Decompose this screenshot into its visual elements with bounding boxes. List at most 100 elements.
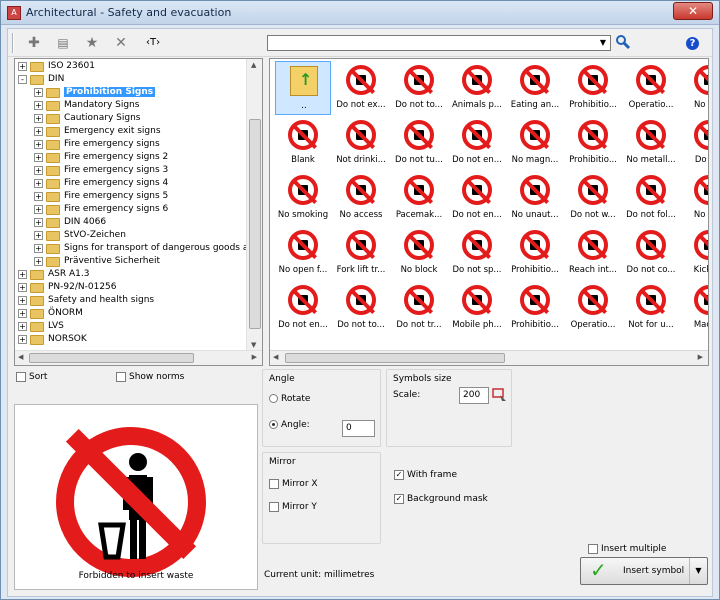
symbol-item[interactable]: Prohibitio... bbox=[507, 281, 563, 335]
symbol-item[interactable]: Do not co... bbox=[623, 226, 679, 280]
symbol-item[interactable]: No block bbox=[391, 226, 447, 280]
symbol-item[interactable]: No open f... bbox=[275, 226, 331, 280]
tree-item-fire-emergency-signs[interactable]: + Fire emergency signs bbox=[34, 138, 160, 151]
symbol-item[interactable]: Do not to... bbox=[391, 61, 447, 115]
document-icon[interactable]: ▤ bbox=[52, 33, 74, 53]
symbol-item[interactable]: No smoking bbox=[275, 171, 331, 225]
angle-radio[interactable] bbox=[269, 420, 278, 429]
expand-icon[interactable]: + bbox=[18, 309, 27, 318]
symbol-item[interactable]: Prohibitio... bbox=[565, 116, 621, 170]
symbol-item[interactable]: Machin bbox=[681, 281, 708, 335]
tree-item-pn-92-n-01256[interactable]: + PN-92/N-01256 bbox=[18, 281, 117, 294]
sort-checkbox-row[interactable]: Sort bbox=[16, 371, 47, 383]
expand-icon[interactable]: + bbox=[34, 231, 43, 240]
tree-item-asr-a13[interactable]: + ASR A1.3 bbox=[18, 268, 89, 281]
background-mask-row[interactable]: ✓ Background mask bbox=[394, 493, 488, 505]
symbol-item[interactable]: Do not w... bbox=[565, 171, 621, 225]
symbol-item[interactable]: Do not en... bbox=[449, 171, 505, 225]
scroll-right-icon[interactable]: ▶ bbox=[698, 353, 703, 361]
tree-item-norsok[interactable]: + NORSOK bbox=[18, 333, 87, 346]
tree-item-prohibition-signs[interactable]: + Prohibition Signs bbox=[34, 86, 156, 99]
symbol-grid[interactable]: ↑.. Do not ex... Do not to... Animals p... E… bbox=[269, 58, 709, 366]
tree-item-fire-emergency-signs-3[interactable]: + Fire emergency signs 3 bbox=[34, 164, 168, 177]
close-button[interactable]: ✕ bbox=[673, 2, 713, 20]
symbol-item[interactable]: Do not fol... bbox=[623, 171, 679, 225]
expand-icon[interactable]: + bbox=[18, 335, 27, 344]
expand-icon[interactable]: + bbox=[34, 257, 43, 266]
symbol-item[interactable]: Not for u... bbox=[623, 281, 679, 335]
tree-item-fire-emergency-signs-2[interactable]: + Fire emergency signs 2 bbox=[34, 151, 168, 164]
tree-item-iso-23601[interactable]: + ISO 23601 bbox=[18, 60, 95, 73]
symbol-item[interactable]: Do not ex... bbox=[333, 61, 389, 115]
scroll-left-icon[interactable]: ◀ bbox=[273, 353, 278, 361]
expand-icon[interactable]: + bbox=[34, 179, 43, 188]
expand-icon[interactable]: + bbox=[18, 322, 27, 331]
angle-input[interactable]: 0 bbox=[342, 420, 375, 437]
expand-icon[interactable]: + bbox=[34, 101, 43, 110]
collapse-icon[interactable]: - bbox=[18, 75, 27, 84]
search-icon[interactable] bbox=[615, 34, 631, 50]
mirror-x-row[interactable]: Mirror X bbox=[269, 478, 318, 490]
tree-horizontal-scrollbar[interactable]: ◀ ▶ bbox=[15, 350, 262, 365]
symbol-item[interactable]: Animals p... bbox=[449, 61, 505, 115]
tree-item-stvo-zeichen[interactable]: + StVO-Zeichen bbox=[34, 229, 126, 242]
expand-icon[interactable]: + bbox=[34, 153, 43, 162]
parent-folder-item[interactable]: ↑.. bbox=[275, 61, 331, 115]
scroll-left-icon[interactable]: ◀ bbox=[18, 353, 23, 361]
tree-item-dangerous-goods[interactable]: + Signs for transport of dangerous goods … bbox=[34, 242, 262, 255]
chevron-down-icon[interactable]: ▼ bbox=[596, 36, 610, 50]
symbol-item[interactable]: No metall... bbox=[623, 116, 679, 170]
insert-multiple-checkbox[interactable] bbox=[588, 543, 598, 554]
tree-item-emergency-exit-signs[interactable]: + Emergency exit signs bbox=[34, 125, 161, 138]
expand-icon[interactable]: + bbox=[34, 244, 43, 253]
delete-icon[interactable]: ✕ bbox=[110, 33, 132, 53]
expand-icon[interactable]: + bbox=[34, 140, 43, 149]
symbol-item[interactable]: Eating an... bbox=[507, 61, 563, 115]
symbol-item[interactable]: No pho bbox=[681, 171, 708, 225]
symbol-item[interactable]: No nee bbox=[681, 61, 708, 115]
tree-item-praeventive-sicherheit[interactable]: + Präventive Sicherheit bbox=[34, 255, 160, 268]
symbol-item[interactable]: Not drinki... bbox=[333, 116, 389, 170]
insert-multiple-row[interactable]: Insert multiple bbox=[588, 543, 666, 555]
symbol-item[interactable]: No unaut... bbox=[507, 171, 563, 225]
help-icon[interactable]: ? bbox=[686, 37, 699, 50]
scroll-up-icon[interactable]: ▲ bbox=[251, 61, 256, 69]
expand-icon[interactable]: + bbox=[34, 205, 43, 214]
tree-item-fire-emergency-signs-6[interactable]: + Fire emergency signs 6 bbox=[34, 203, 168, 216]
expand-icon[interactable]: + bbox=[34, 114, 43, 123]
symbol-item[interactable]: No magn... bbox=[507, 116, 563, 170]
rotate-radio[interactable] bbox=[269, 394, 278, 403]
mirror-y-checkbox[interactable] bbox=[269, 501, 279, 512]
with-frame-row[interactable]: ✓ With frame bbox=[394, 469, 457, 481]
expand-icon[interactable]: + bbox=[18, 270, 27, 279]
text-tool-icon[interactable]: ‹T› bbox=[146, 37, 160, 48]
scroll-thumb[interactable] bbox=[285, 353, 505, 363]
symbol-item[interactable]: No access bbox=[333, 171, 389, 225]
expand-icon[interactable]: + bbox=[34, 88, 43, 97]
expand-icon[interactable]: + bbox=[34, 166, 43, 175]
show-norms-row[interactable]: Show norms bbox=[116, 371, 184, 383]
insert-menu-arrow-icon[interactable]: ▼ bbox=[689, 558, 707, 584]
symbol-item[interactable]: Do not en... bbox=[449, 116, 505, 170]
symbol-item[interactable]: Operatio... bbox=[623, 61, 679, 115]
expand-icon[interactable]: + bbox=[34, 192, 43, 201]
scale-input[interactable]: 200 bbox=[459, 387, 489, 404]
grid-horizontal-scrollbar[interactable]: ◀ ▶ bbox=[270, 350, 708, 365]
expand-icon[interactable]: + bbox=[18, 283, 27, 292]
symbol-item[interactable]: Blank bbox=[275, 116, 331, 170]
tree-item-onorm[interactable]: + ÖNORM bbox=[18, 307, 83, 320]
tree-item-fire-emergency-signs-4[interactable]: + Fire emergency signs 4 bbox=[34, 177, 168, 190]
expand-icon[interactable]: + bbox=[34, 127, 43, 136]
tree-item-lvs[interactable]: + LVS bbox=[18, 320, 64, 333]
symbol-item[interactable]: Do not tu... bbox=[391, 116, 447, 170]
category-tree[interactable]: + ISO 23601 - DIN + Prohibition Signs + Mand… bbox=[14, 58, 263, 366]
rotate-option[interactable]: Rotate bbox=[269, 393, 310, 405]
show-norms-checkbox[interactable] bbox=[116, 371, 126, 382]
tree-item-din-4066[interactable]: + DIN 4066 bbox=[34, 216, 106, 229]
expand-icon[interactable]: + bbox=[18, 62, 27, 71]
tree-item-safety-health-signs[interactable]: + Safety and health signs bbox=[18, 294, 154, 307]
scroll-right-icon[interactable]: ▶ bbox=[252, 353, 257, 361]
symbol-item[interactable]: Do not bbox=[681, 116, 708, 170]
background-mask-checkbox[interactable]: ✓ bbox=[394, 493, 404, 504]
angle-option[interactable]: Angle: bbox=[269, 419, 310, 431]
